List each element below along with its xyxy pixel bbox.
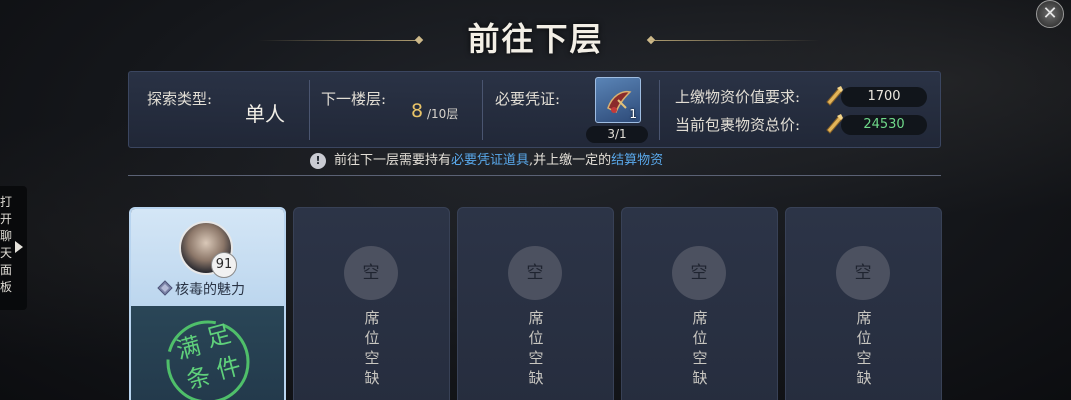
info-divider bbox=[482, 80, 483, 140]
next-floor-value: 8 bbox=[411, 100, 424, 122]
info-panel: 探索类型: 单人 下一楼层: 8 /10层 必要凭证: 1 3/1 上缴物资价值… bbox=[128, 71, 941, 148]
condition-met-stamp: 满 足 条 件 bbox=[166, 320, 250, 400]
requirement-label: 上缴物资价值要求: bbox=[675, 88, 801, 106]
stamp-char: 件 bbox=[213, 352, 243, 385]
notice-middle: ,并上缴一定的 bbox=[529, 153, 612, 168]
notice-divider bbox=[128, 175, 941, 176]
empty-seat-icon: 空 bbox=[344, 246, 398, 300]
rank-diamond-icon bbox=[157, 280, 173, 296]
notice-prefix: 前往下一层需要持有 bbox=[334, 153, 452, 168]
info-icon: ! bbox=[310, 153, 326, 169]
seat-vacant-label: 席位空缺 bbox=[528, 309, 544, 387]
title-bar: 前往下层 bbox=[0, 14, 1071, 60]
explore-type-value: 单人 bbox=[245, 102, 285, 126]
stamp-char: 满 bbox=[173, 332, 203, 365]
seat-vacant-label: 席位空缺 bbox=[692, 309, 708, 387]
notice-text: 前往下一层需要持有必要凭证道具,并上缴一定的结算物资 bbox=[334, 152, 663, 170]
seat-empty[interactable]: 空 席位空缺 bbox=[293, 207, 450, 400]
total-value-label: 当前包裹物资总价: bbox=[675, 116, 801, 134]
floor-total: /10层 bbox=[427, 107, 459, 121]
seat-filled[interactable]: 91 核毒的魅力 满 足 条 件 bbox=[129, 207, 286, 400]
level-badge: 91 bbox=[211, 252, 237, 278]
title-divider-right bbox=[650, 40, 820, 41]
notice-highlight-credential[interactable]: 必要凭证道具 bbox=[451, 153, 529, 168]
credential-requirement: 3/1 bbox=[586, 126, 648, 143]
player-name: 核毒的魅力 bbox=[175, 282, 245, 298]
expand-arrow-icon bbox=[15, 241, 23, 253]
info-divider bbox=[659, 80, 660, 140]
close-icon: ✕ bbox=[1042, 3, 1058, 24]
credential-item-count: 1 bbox=[629, 107, 637, 121]
total-value: 24530 bbox=[841, 115, 927, 135]
seat-empty[interactable]: 空 席位空缺 bbox=[621, 207, 778, 400]
page-title: 前往下层 bbox=[467, 20, 604, 58]
explore-type-label: 探索类型: bbox=[147, 90, 213, 108]
stamp-char: 条 bbox=[183, 362, 213, 395]
info-divider bbox=[309, 80, 310, 140]
close-button[interactable]: ✕ bbox=[1036, 0, 1064, 28]
notice-highlight-materials[interactable]: 结算物资 bbox=[611, 153, 663, 168]
credential-label: 必要凭证: bbox=[495, 90, 561, 108]
seat-vacant-label: 席位空缺 bbox=[364, 309, 380, 387]
seat-vacant-label: 席位空缺 bbox=[856, 309, 872, 387]
stamp-char: 足 bbox=[203, 320, 233, 353]
seat-empty[interactable]: 空 席位空缺 bbox=[457, 207, 614, 400]
chat-panel-label: 打开聊天面板 bbox=[0, 195, 13, 294]
chat-panel-tab[interactable]: 打开聊天面板 bbox=[0, 186, 27, 310]
empty-seat-icon: 空 bbox=[836, 246, 890, 300]
seat-empty[interactable]: 空 席位空缺 bbox=[785, 207, 942, 400]
credential-item-slot[interactable]: 1 bbox=[595, 77, 641, 123]
empty-seat-icon: 空 bbox=[508, 246, 562, 300]
requirement-value: 1700 bbox=[841, 87, 927, 107]
empty-seat-icon: 空 bbox=[672, 246, 726, 300]
next-floor-label: 下一楼层: bbox=[321, 90, 387, 108]
